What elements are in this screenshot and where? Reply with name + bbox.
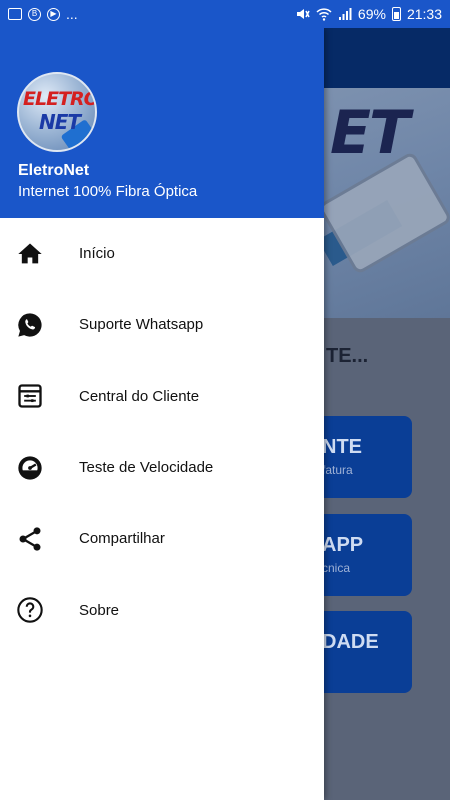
bg-partial-text: TE... [326,345,369,367]
signal-icon [338,8,352,20]
drawer-title: EletroNet [18,162,90,179]
bg-button-sub: cnica [322,561,351,575]
b-icon: B [28,7,41,21]
logo-text-net: NET [39,110,81,134]
speedtest-icon [16,454,44,482]
menu-item-teste-velocidade[interactable]: Teste de Velocidade [0,432,324,503]
wifi-icon [316,8,332,21]
mute-icon [296,9,310,19]
bg-button-title: DADE [322,631,379,653]
help-icon [16,596,44,624]
bg-button-title: APP [322,534,364,556]
logo-text-eletro: ELETRO [23,88,97,110]
drawer-header: ELETRO NET EletroNet Internet 100% Fibra… [0,28,324,218]
battery-icon [391,7,401,21]
play-icon: ▶ [47,7,60,21]
image-icon [8,8,22,20]
status-bar: B ▶ ... 69% 21:33 [0,0,450,28]
menu-item-label: Teste de Velocidade [79,459,214,477]
whatsapp-icon [16,311,44,339]
settings-panel-icon [16,382,44,410]
battery-percent: 69% [357,6,386,22]
clock: 21:33 [406,6,442,22]
drawer-menu: Início Suporte Whatsapp Central do Clien… [0,218,324,646]
menu-item-compartilhar[interactable]: Compartilhar [0,503,324,574]
menu-item-central-cliente[interactable]: Central do Cliente [0,361,324,432]
drawer-subtitle: Internet 100% Fibra Óptica [18,183,198,200]
share-icon [16,525,44,553]
status-more: ... [66,6,78,22]
navigation-drawer: ELETRO NET EletroNet Internet 100% Fibra… [0,28,324,800]
bg-button-sub: fatura [322,463,353,477]
menu-item-label: Sobre [79,601,120,619]
bg-hero-logo: ET [330,98,410,168]
menu-item-suporte-whatsapp[interactable]: Suporte Whatsapp [0,289,324,360]
menu-item-label: Central do Cliente [79,387,200,405]
menu-item-label: Compartilhar [79,530,165,548]
menu-item-label: Suporte Whatsapp [79,316,204,334]
bg-button-title: NTE [322,436,362,458]
menu-item-sobre[interactable]: Sobre [0,574,324,645]
home-icon [16,240,44,268]
menu-item-label: Início [79,245,115,263]
eletronet-logo: ELETRO NET [17,72,97,152]
menu-item-inicio[interactable]: Início [0,218,324,289]
